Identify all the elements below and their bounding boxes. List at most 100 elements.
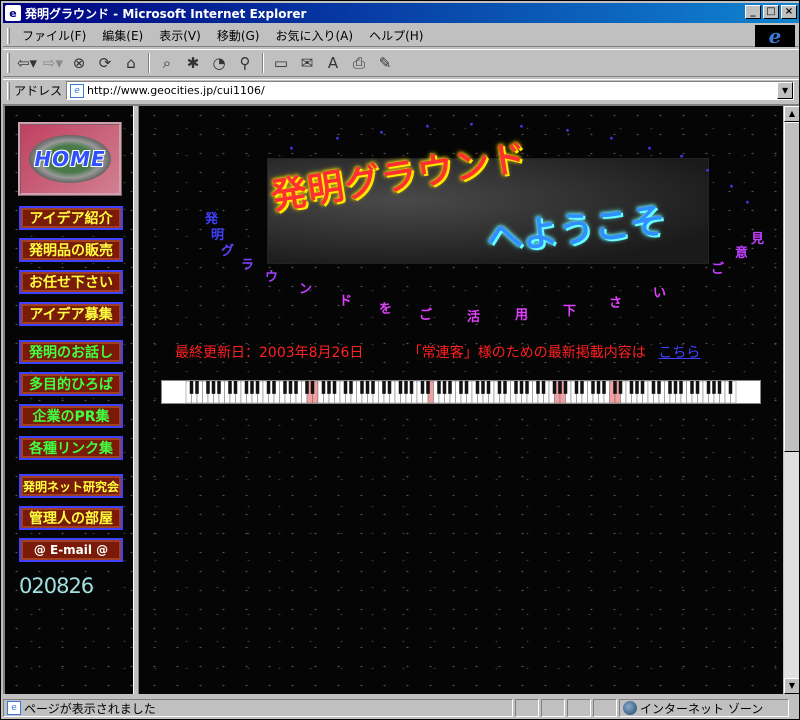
nav-idea-recruitment[interactable]: アイデア募集 <box>19 302 123 326</box>
browser-window: e 発明グラウンド - Microsoft Internet Explorer … <box>0 0 800 720</box>
piano-black-key <box>332 381 337 394</box>
forward-icon[interactable]: ⇨▾ <box>41 52 65 74</box>
stop-icon[interactable]: ⊗ <box>67 52 91 74</box>
back-icon[interactable]: ⇦▾ <box>15 52 39 74</box>
favorites-icon[interactable]: ✱ <box>181 52 205 74</box>
menu-go[interactable]: 移動(G) <box>209 27 268 44</box>
nav-email[interactable]: @ E-mail @ <box>19 538 123 562</box>
piano-black-key <box>426 381 430 394</box>
piano-black-key <box>206 381 210 394</box>
piano-black-key <box>189 381 194 394</box>
toolbar-separator <box>262 53 264 73</box>
nav-admin-room[interactable]: 管理人の部屋 <box>19 506 123 530</box>
piano-black-key <box>679 381 683 394</box>
nav-idea-introduction[interactable]: アイデア紹介 <box>19 206 123 230</box>
print-icon[interactable]: ⎙ <box>347 52 371 74</box>
piano-black-key <box>552 381 557 394</box>
piano-black-key <box>657 381 661 394</box>
close-button[interactable]: × <box>781 5 797 19</box>
scroll-down-icon[interactable]: ▼ <box>784 678 799 694</box>
scroll-up-icon[interactable]: ▲ <box>784 106 799 122</box>
piano-black-key <box>437 381 441 394</box>
refresh-icon[interactable]: ⟳ <box>93 52 117 74</box>
arc-dot: · <box>729 180 734 195</box>
arc-dot: · <box>519 120 524 135</box>
piano-black-key <box>382 381 386 394</box>
address-dropdown-icon[interactable]: ▼ <box>777 82 794 99</box>
maximize-button[interactable]: □ <box>763 5 779 19</box>
nav-company-pr[interactable]: 企業のPR集 <box>19 404 123 428</box>
menu-grip <box>7 27 10 44</box>
mail-icon[interactable]: ✉ <box>295 52 319 74</box>
piano-black-key <box>690 381 694 394</box>
arc-text-char: を <box>379 302 393 317</box>
home-icon[interactable]: ⌂ <box>119 52 143 74</box>
arc-text-char: 見 <box>751 232 765 247</box>
piano-black-key <box>536 381 540 394</box>
status-cell-empty <box>541 699 565 717</box>
piano-black-key <box>283 381 287 394</box>
edit-icon[interactable]: ✎ <box>373 52 397 74</box>
vertical-scrollbar[interactable]: ▲ ▼ <box>783 106 799 694</box>
nav-links[interactable]: 各種リンク集 <box>19 436 123 460</box>
fullscreen-icon[interactable]: ▭ <box>269 52 293 74</box>
piano-black-key <box>272 381 276 394</box>
menu-help[interactable]: ヘルプ(H) <box>361 27 431 44</box>
regulars-link[interactable]: こちら <box>658 345 700 361</box>
arc-text-char: グ <box>221 244 235 259</box>
nav-multipurpose-plaza[interactable]: 多目的ひろば <box>19 372 123 396</box>
page-content: HOME アイデア紹介 発明品の販売 お任せ下さい アイデア募集 発明のお話し … <box>3 104 799 694</box>
menu-edit[interactable]: 編集(E) <box>94 27 151 44</box>
piano-black-key <box>580 381 584 394</box>
menu-favorites[interactable]: お気に入り(A) <box>267 27 361 44</box>
ie-page-icon: e <box>5 5 21 21</box>
piano-black-key <box>558 381 562 394</box>
status-cell-empty <box>567 699 591 717</box>
arc-dot: · <box>565 124 570 139</box>
status-cell-empty <box>593 699 617 717</box>
address-input[interactable]: e http://www.geocities.jp/cui1106/ ▼ <box>66 81 795 100</box>
piano-black-key <box>305 381 309 394</box>
menu-bar: ファイル(F) 編集(E) 表示(V) 移動(G) お気に入り(A) ヘルプ(H… <box>3 25 799 47</box>
piano-black-key <box>712 381 716 394</box>
title-bar: e 発明グラウンド - Microsoft Internet Explorer … <box>3 3 799 23</box>
arc-text-char: さ <box>609 296 623 311</box>
arc-text-char: い <box>653 286 667 301</box>
piano-black-key <box>706 381 711 394</box>
menu-view[interactable]: 表示(V) <box>151 27 209 44</box>
piano-black-key <box>310 381 315 394</box>
search-icon[interactable]: ⌕ <box>155 52 179 74</box>
toolbar-separator <box>148 53 150 73</box>
piano-black-key <box>613 381 617 394</box>
menu-file[interactable]: ファイル(F) <box>14 27 94 44</box>
arc-text-char: ご <box>711 262 725 277</box>
piano-black-key <box>481 381 485 394</box>
arc-dot: · <box>679 150 684 165</box>
piano-black-key <box>673 381 678 394</box>
nav-leave-it-to-us[interactable]: お任せ下さい <box>19 270 123 294</box>
last-updated: 最終更新日：2003年8月26日 <box>175 345 364 361</box>
address-grip <box>7 81 10 100</box>
arc-text-char: ン <box>299 282 313 297</box>
piano-black-key <box>717 381 722 394</box>
piano-black-key <box>574 381 579 394</box>
nav-invention-sales[interactable]: 発明品の販売 <box>19 238 123 262</box>
status-bar: e ページが表示されました インターネット ゾーン <box>3 697 799 719</box>
piano-black-key <box>288 381 293 394</box>
address-url[interactable]: http://www.geocities.jp/cui1106/ <box>87 84 265 97</box>
nav-invention-net[interactable]: 発明ネット研究会 <box>19 474 123 498</box>
font-icon[interactable]: A <box>321 52 345 74</box>
home-button[interactable]: HOME <box>18 122 122 196</box>
channels-icon[interactable]: ⚲ <box>233 52 257 74</box>
nav-invention-stories[interactable]: 発明のお話し <box>19 340 123 364</box>
piano-black-key <box>497 381 502 394</box>
piano-black-key <box>635 381 639 394</box>
regulars-text: 「常連客」様のための最新掲載内容は <box>407 345 646 361</box>
arc-dot: · <box>379 126 384 141</box>
minimize-button[interactable]: _ <box>745 5 761 19</box>
piano-black-key <box>563 381 568 394</box>
piano-black-key <box>486 381 491 394</box>
history-icon[interactable]: ◔ <box>207 52 231 74</box>
visitor-counter: 020826 <box>19 574 94 598</box>
scroll-thumb[interactable] <box>784 122 799 452</box>
